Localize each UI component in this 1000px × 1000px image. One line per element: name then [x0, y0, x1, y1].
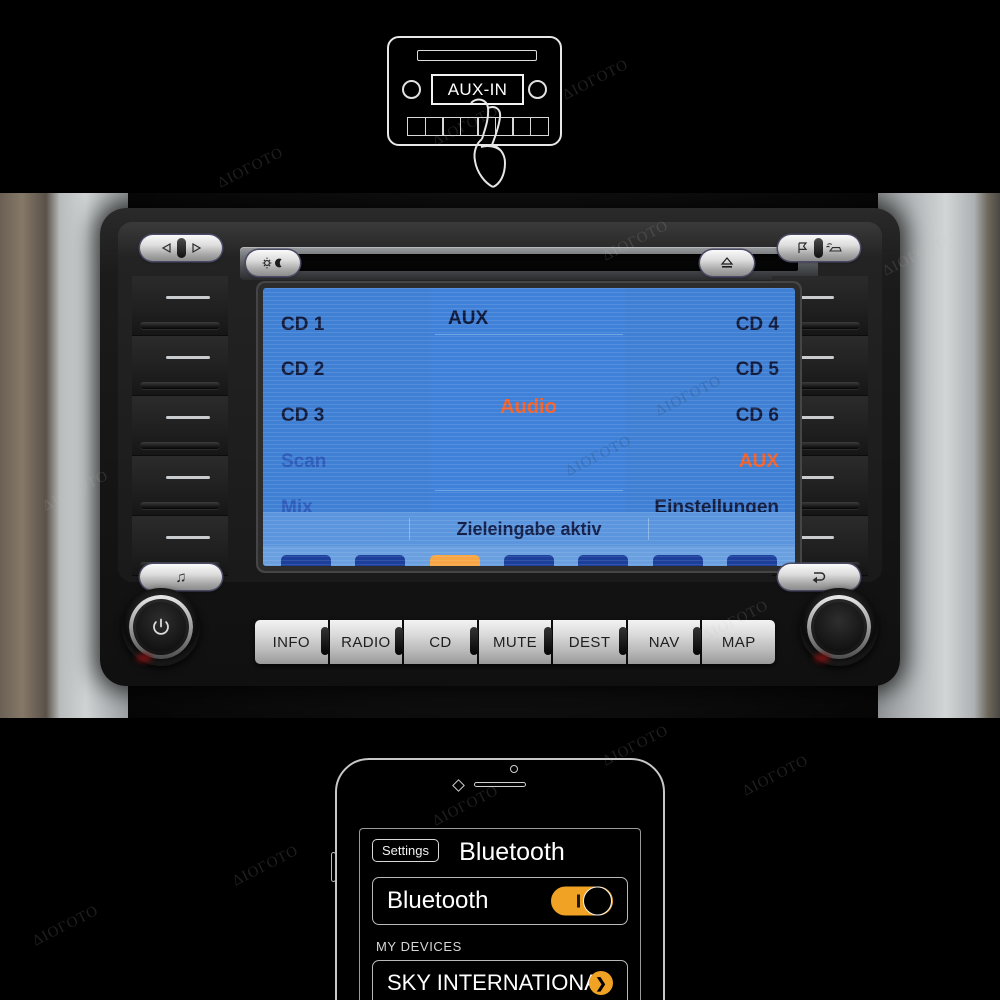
radio-faceplate: AUX Audio CD 1 CD 2 CD 3 Scan Mix CD 4 C…: [118, 222, 882, 590]
car-head-unit-photo: AUX Audio CD 1 CD 2 CD 3 Scan Mix CD 4 C…: [0, 193, 1000, 718]
lcd-divider-top: [435, 334, 623, 335]
lcd-item-cd5[interactable]: CD 5: [736, 359, 779, 381]
lcd-tab-strip: [263, 546, 795, 566]
lcd-item-cd4[interactable]: CD 4: [736, 314, 779, 336]
arrow-left-icon: [161, 242, 171, 254]
map-flag-icon: [797, 242, 807, 253]
lcd-item-cd2[interactable]: CD 2: [281, 359, 324, 381]
lcd-status-text: Zieleingabe aktiv: [456, 518, 602, 539]
lcd-item-cd3[interactable]: CD 3: [281, 405, 324, 427]
phone-nav-bar: Settings Bluetooth: [360, 829, 640, 877]
lcd-divider-bottom: [435, 490, 623, 491]
fn-button-cd[interactable]: CD: [404, 620, 479, 664]
lcd-item-aux[interactable]: AUX: [739, 451, 779, 473]
dimmer-button[interactable]: [246, 250, 300, 276]
lcd-item-cd6[interactable]: CD 6: [736, 405, 779, 427]
softkey-left-1[interactable]: [132, 276, 228, 336]
seek-rocker-button[interactable]: [140, 235, 222, 261]
power-volume-knob[interactable]: [122, 588, 200, 666]
bluetooth-row-label: Bluetooth: [387, 887, 489, 914]
lcd-item-scan[interactable]: Scan: [281, 451, 326, 473]
phone-side-button-icon: [331, 852, 336, 882]
device-row-sky-international[interactable]: SKY INTERNATIONAL ❯: [372, 960, 628, 1000]
fn-button-nav[interactable]: NAV: [627, 620, 703, 664]
phone-screen: Settings Bluetooth Bluetooth MY DEVICES …: [359, 828, 641, 1000]
rocker-pivot: [176, 238, 186, 258]
lcd-tab-2[interactable]: [355, 555, 406, 566]
status-tick-right: [648, 518, 649, 540]
watermark: ΔΙΟΓΟΤΟ: [560, 56, 632, 104]
phone-sensor-icon: [510, 765, 518, 773]
power-knob-face: [136, 602, 186, 652]
fn-button-dest[interactable]: DEST: [553, 620, 628, 664]
media-button[interactable]: ♫: [140, 564, 222, 590]
phone-speaker-icon: [474, 782, 526, 787]
left-softkey-column: [132, 276, 228, 576]
power-icon: [153, 618, 169, 635]
device-name-label: SKY INTERNATIONAL: [387, 970, 612, 995]
radio-unit: AUX Audio CD 1 CD 2 CD 3 Scan Mix CD 4 C…: [100, 208, 900, 686]
my-devices-section-header: MY DEVICES: [376, 939, 462, 954]
phone-camera-icon: [452, 779, 465, 792]
lcd-tab-5[interactable]: [578, 555, 629, 566]
aux-in-diagram-panel: AUX-IN ΔΙΟΓΟΤΟ ΔΙΟΓΟΤΟ ΔΙΟΓΟΤΟ: [0, 0, 1000, 193]
screenshot-root: AUX-IN ΔΙΟΓΟΤΟ ΔΙΟΓΟΤΟ ΔΙΟΓΟΤΟ: [0, 0, 1000, 1000]
sun-moon-icon: [262, 257, 282, 269]
watermark: ΔΙΟΓΟΤΟ: [30, 902, 102, 950]
lcd-tab-4[interactable]: [503, 555, 554, 566]
fn-button-radio[interactable]: RADIO: [329, 620, 405, 664]
lcd-status-bar: Zieleingabe aktiv: [263, 512, 795, 546]
lcd-tab-7[interactable]: [726, 555, 777, 566]
arrow-right-icon: [191, 242, 201, 254]
aux-cd-slot-icon: [417, 50, 537, 61]
toggle-on-indicator: [577, 894, 580, 908]
aux-left-knob-icon: [402, 80, 421, 99]
back-arrow-icon: [812, 572, 826, 584]
aux-key: [424, 117, 444, 136]
lcd-center-title: Audio: [500, 396, 557, 418]
lcd-center-header: AUX: [448, 308, 489, 329]
function-button-strip: INFO RADIO CD MUTE DEST NAV MAP: [255, 620, 775, 664]
phone-page-title: Bluetooth: [459, 838, 565, 866]
lcd-center-title-wrap: Audio: [431, 396, 626, 419]
map-traffic-rocker-button[interactable]: [778, 235, 860, 261]
phone-diagram-panel: Settings Bluetooth Bluetooth MY DEVICES …: [0, 718, 1000, 1000]
watermark: ΔΙΟΓΟΤΟ: [230, 842, 302, 890]
aux-key: [407, 117, 426, 136]
eject-button[interactable]: [700, 250, 754, 276]
eject-icon: [720, 257, 734, 268]
watermark: ΔΙΟΓΟΤΟ: [215, 144, 287, 192]
fn-button-map[interactable]: MAP: [702, 620, 775, 664]
chevron-right-icon[interactable]: ❯: [589, 971, 613, 995]
lcd-item-cd1[interactable]: CD 1: [281, 314, 324, 336]
watermark: ΔΙΟΓΟΤΟ: [740, 752, 812, 800]
traffic-car-icon: [825, 243, 842, 252]
softkey-left-4[interactable]: [132, 456, 228, 516]
fn-button-mute[interactable]: MUTE: [478, 620, 554, 664]
back-button[interactable]: [778, 564, 860, 590]
fn-button-info[interactable]: INFO: [255, 620, 330, 664]
rocker-pivot: [813, 238, 823, 258]
lcd-tab-6[interactable]: [652, 555, 703, 566]
bluetooth-toggle-row[interactable]: Bluetooth: [372, 877, 628, 925]
lcd-tab-1[interactable]: [281, 555, 332, 566]
tune-knob[interactable]: [800, 588, 878, 666]
watermark: ΔΙΟΓΟΤΟ: [653, 372, 725, 420]
pointing-finger-icon: [470, 98, 507, 188]
status-tick-left: [409, 518, 410, 540]
bluetooth-toggle-switch[interactable]: [551, 886, 613, 916]
softkey-left-2[interactable]: [132, 336, 228, 396]
music-note-icon: ♫: [175, 568, 187, 586]
tune-knob-face: [814, 602, 864, 652]
lcd-display[interactable]: AUX Audio CD 1 CD 2 CD 3 Scan Mix CD 4 C…: [263, 288, 795, 566]
phone-outline: Settings Bluetooth Bluetooth MY DEVICES …: [331, 758, 665, 1000]
toggle-knob: [583, 886, 612, 916]
lcd-tab-3-active[interactable]: [429, 555, 480, 566]
softkey-left-3[interactable]: [132, 396, 228, 456]
